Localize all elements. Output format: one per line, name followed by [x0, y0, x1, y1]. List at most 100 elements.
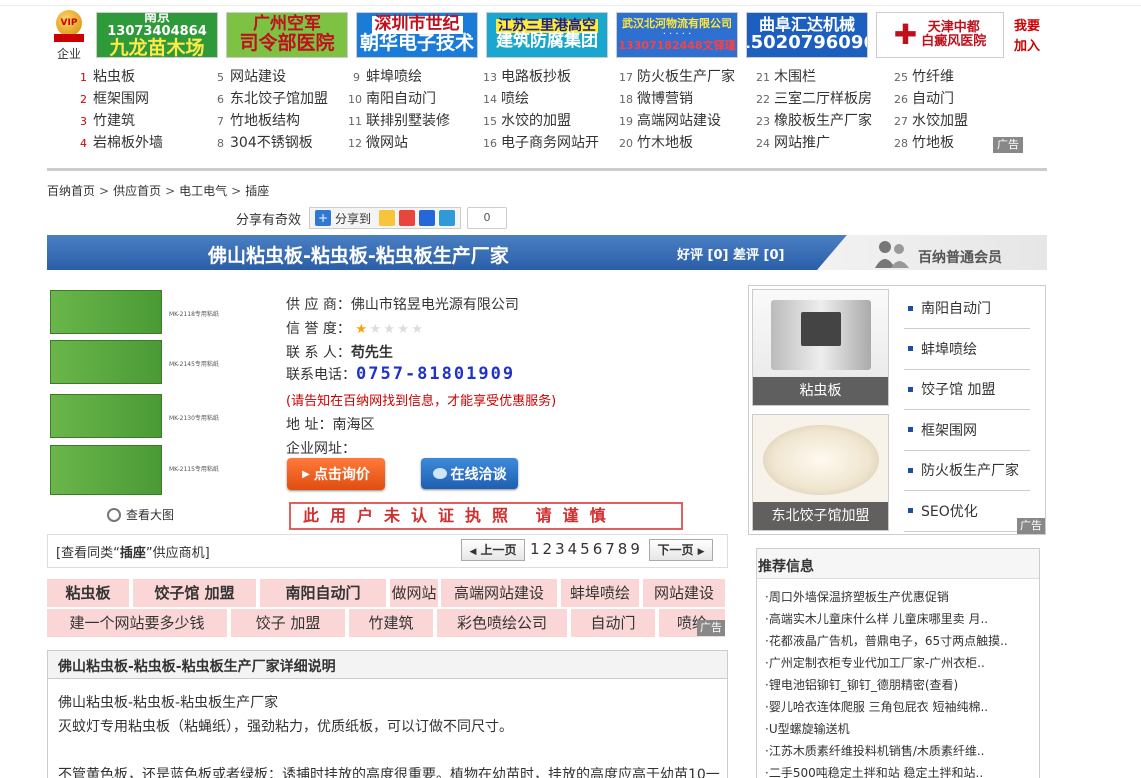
- qzone-icon[interactable]: [379, 210, 396, 226]
- keyword-link[interactable]: 22 三室二厅样板房: [756, 88, 872, 108]
- keyword-link[interactable]: 27 水饺加盟: [894, 110, 968, 130]
- sidebar-link[interactable]: 饺子馆 加盟: [904, 370, 1030, 410]
- ad-banner-2-line2: 司令部医院: [239, 31, 335, 54]
- breadcrumb-current[interactable]: 插座: [245, 184, 269, 198]
- keyword-cell[interactable]: 彩色喷绘公司: [437, 609, 567, 637]
- keyword-cell[interactable]: 饺子 加盟: [231, 609, 345, 637]
- weibo-icon[interactable]: [399, 210, 416, 226]
- breadcrumb-category[interactable]: 电工电气: [179, 184, 227, 198]
- sidebar-link[interactable]: 框架围网: [904, 411, 1030, 451]
- share-plus-icon[interactable]: +: [315, 210, 332, 226]
- sidebar-link[interactable]: 防火板生产厂家: [904, 451, 1030, 491]
- ad-banner-7[interactable]: ✚ 天津中都 白癜风医院: [876, 12, 1004, 58]
- recommend-item[interactable]: ·二手500吨稳定土拌和站 稳定土拌和站..: [765, 764, 1035, 778]
- vip-enterprise-badge[interactable]: VIP 企业: [50, 10, 88, 62]
- keyword-rank: 9: [353, 71, 360, 84]
- share-label: 分享有奇效: [236, 212, 302, 228]
- chat-button[interactable]: 在线洽谈: [421, 458, 518, 489]
- supplier-name[interactable]: 佛山市铭昱电光源有限公司: [351, 297, 519, 313]
- keyword-cell[interactable]: 自动门: [571, 609, 655, 637]
- next-page-button[interactable]: 下一页 ▶: [649, 539, 713, 561]
- keyword-link[interactable]: 23 橡胶板生产厂家: [756, 110, 872, 130]
- share-to-label[interactable]: 分享到: [335, 210, 371, 227]
- recommend-item[interactable]: ·花都液晶广告机，普鼎电子，65寸两点触摸..: [765, 632, 1035, 649]
- view-large-link[interactable]: 查看大图: [107, 506, 174, 523]
- ad-banner-1-line2: 九龙苗木场: [109, 36, 205, 58]
- divider: [47, 168, 1047, 171]
- recommend-item[interactable]: ·U型螺旋输送机: [765, 720, 1035, 737]
- keyword-cell[interactable]: 蚌埠喷绘: [561, 579, 639, 607]
- keyword-link[interactable]: 11 联排别墅装修: [348, 110, 450, 130]
- detail-paragraph: 不管黄色板，还是蓝色板或者绿板：诱捕时挂放的高度很重要。植物在幼苗时，挂放的高度…: [58, 767, 720, 778]
- prev-page-button[interactable]: ◀ 上一页: [461, 539, 525, 561]
- pack-label: MK-2130专用粘纸: [169, 415, 219, 422]
- sidebar-image-1[interactable]: 粘虫板: [752, 289, 889, 406]
- keyword-rank: 16: [483, 137, 497, 150]
- contact-row: 联 系 人：苟先生: [286, 342, 393, 362]
- keyword-link[interactable]: 19 高端网站建设: [619, 110, 721, 130]
- ad-banner-4[interactable]: 江苏三里港高空 建筑防腐集团: [486, 12, 608, 58]
- keyword-link[interactable]: 4 岩棉板外墙: [75, 132, 163, 152]
- ad-banner-5[interactable]: 武汉北河物流有限公司 · · · · · 13307182448文铎瑾: [616, 12, 738, 58]
- keyword-cell[interactable]: 粘虫板: [47, 579, 129, 607]
- keyword-link[interactable]: 5 网站建设: [212, 66, 286, 86]
- recommend-item[interactable]: ·婴儿哈衣连体爬服 三角包屁衣 短袖纯棉..: [765, 698, 1035, 715]
- keyword-cell[interactable]: 南阳自动门: [260, 579, 386, 607]
- sidebar-link[interactable]: 南阳自动门: [904, 289, 1030, 329]
- bullet-icon: [908, 427, 913, 432]
- keyword-link[interactable]: 15 水饺的加盟: [483, 110, 571, 130]
- keyword-link[interactable]: 13 电路板抄板: [483, 66, 571, 86]
- same-category-link[interactable]: [查看同类“插座”供应商机]: [56, 542, 210, 561]
- website-label: 企业网址：: [286, 441, 356, 457]
- ad-banner-6[interactable]: 曲阜汇达机械 15020796096: [746, 12, 868, 58]
- keyword-link[interactable]: 1 粘虫板: [75, 66, 135, 86]
- recommend-item[interactable]: ·广州定制衣柜专业代加工厂家-广州衣柜..: [765, 654, 1035, 671]
- recommend-item[interactable]: ·江苏木质素纤维投料机销售/木质素纤维..: [765, 742, 1035, 759]
- ad-banner-3[interactable]: 深圳市世纪 朝华电子技术: [356, 12, 478, 58]
- keyword-cell[interactable]: 饺子馆 加盟: [133, 579, 256, 607]
- keyword-cell[interactable]: 网站建设: [643, 579, 725, 607]
- keyword-link[interactable]: 17 防火板生产厂家: [619, 66, 735, 86]
- keyword-link[interactable]: 28 竹地板: [894, 132, 954, 152]
- keyword-cell[interactable]: 做网站: [390, 579, 438, 607]
- keyword-link[interactable]: 6 东北饺子馆加盟: [212, 88, 328, 108]
- ad-banner-2[interactable]: 广州空军 司令部医院: [226, 12, 348, 58]
- keyword-cell[interactable]: 竹建筑: [349, 609, 433, 637]
- ad-banner-1[interactable]: 南京 13073404864 九龙苗木场: [96, 12, 218, 58]
- keyword-link[interactable]: 10 南阳自动门: [348, 88, 436, 108]
- rating-line[interactable]: 好评 [0] 差评 [0]: [677, 244, 784, 263]
- keyword-link[interactable]: 7 竹地板结构: [212, 110, 300, 130]
- baidu-icon[interactable]: [419, 210, 436, 226]
- recommend-item[interactable]: ·高端实木儿童床什么样 儿童床哪里卖 月..: [765, 610, 1035, 627]
- star-icon: ★: [355, 322, 368, 337]
- sidebar-image-1-caption: 粘虫板: [753, 377, 888, 405]
- page-numbers[interactable]: 123456789: [530, 540, 643, 558]
- keyword-link[interactable]: 25 竹纤维: [894, 66, 954, 86]
- keyword-cell[interactable]: 建一个网站要多少钱: [47, 609, 227, 637]
- product-image[interactable]: MK-2118专用粘纸 MK-2145专用粘纸 MK-2130专用粘纸 MK-2…: [50, 290, 255, 500]
- keyword-link[interactable]: 20 竹木地板: [619, 132, 693, 152]
- keyword-link[interactable]: 9 蚌埠喷绘: [348, 66, 422, 86]
- keyword-link[interactable]: 14 喷绘: [483, 88, 529, 108]
- keyword-link[interactable]: 8 304不锈钢板: [212, 132, 313, 152]
- recommend-item[interactable]: ·周口外墙保温挤塑板生产优惠促销: [765, 588, 1035, 605]
- keyword-link[interactable]: 24 网站推广: [756, 132, 830, 152]
- breadcrumb-supply[interactable]: 供应首页: [113, 184, 161, 198]
- recommend-item[interactable]: ·锂电池铝铆钉_铆钉_德朋精密(查看): [765, 676, 1035, 693]
- keyword-link[interactable]: 2 框架围网: [75, 88, 149, 108]
- keyword-link[interactable]: 21 木围栏: [756, 66, 816, 86]
- star-icon: ★: [369, 322, 382, 337]
- inquiry-button[interactable]: ▶ 点击询价: [287, 458, 385, 490]
- keyword-link[interactable]: 12 微网站: [348, 132, 408, 152]
- keyword-link[interactable]: 16 电子商务网站开: [483, 132, 599, 152]
- keyword-cell[interactable]: 高端网站建设: [441, 579, 557, 607]
- keyword-link[interactable]: 3 竹建筑: [75, 110, 135, 130]
- breadcrumb-home[interactable]: 百纳首页: [47, 184, 95, 198]
- join-ad-link[interactable]: 我要加入: [1008, 12, 1046, 62]
- renren-icon[interactable]: [439, 210, 456, 226]
- sidebar-link[interactable]: 蚌埠喷绘: [904, 330, 1030, 370]
- keyword-link[interactable]: 26 自动门: [894, 88, 954, 108]
- sidebar-image-2[interactable]: 东北饺子馆加盟: [752, 414, 889, 531]
- sidebar-link[interactable]: SEO优化: [904, 492, 1030, 532]
- keyword-link[interactable]: 18 微博营销: [619, 88, 693, 108]
